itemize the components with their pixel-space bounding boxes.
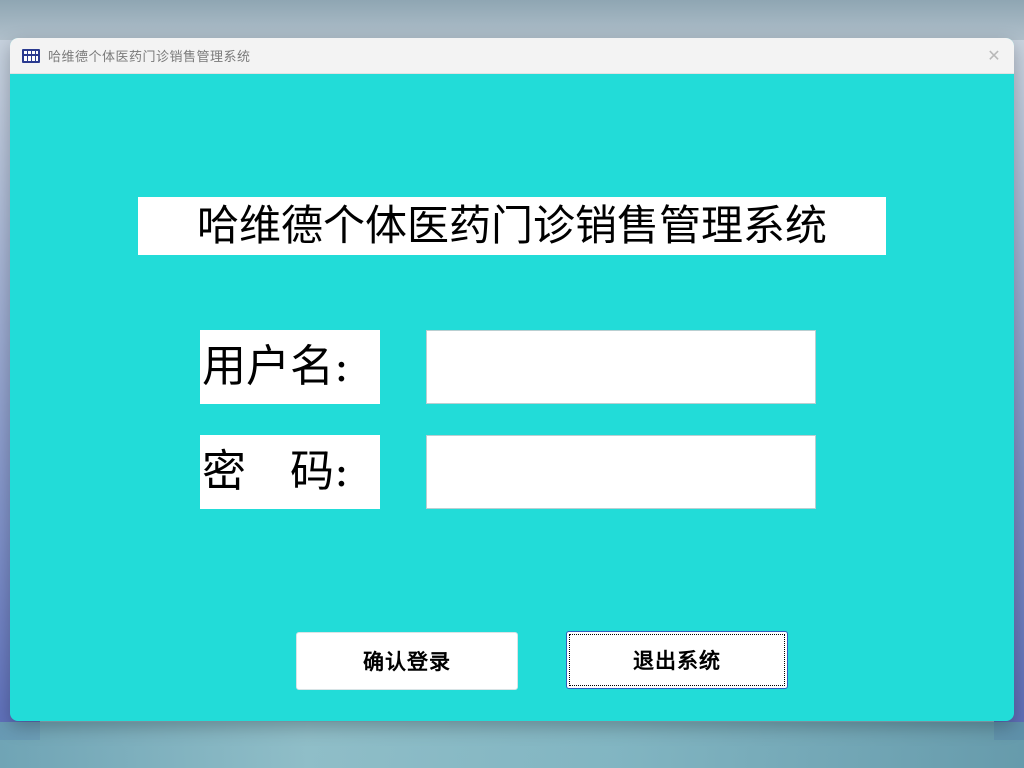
username-label: 用户名: (200, 330, 380, 404)
title-bar[interactable]: 哈维德个体医药门诊销售管理系统 ✕ (10, 38, 1014, 74)
password-label: 密 码: (200, 435, 380, 509)
exit-system-button[interactable]: 退出系统 (566, 631, 788, 689)
close-icon[interactable]: ✕ (984, 46, 1004, 66)
confirm-login-button[interactable]: 确认登录 (296, 632, 518, 690)
window-title: 哈维德个体医药门诊销售管理系统 (48, 50, 251, 65)
login-window: 哈维德个体医药门诊销售管理系统 ✕ 哈维德个体医药门诊销售管理系统 用户名: 密… (10, 38, 1014, 721)
desktop-wallpaper-bottom (0, 722, 1024, 768)
username-input[interactable] (426, 330, 816, 404)
password-input[interactable] (426, 435, 816, 509)
grid-app-icon (22, 48, 40, 63)
app-heading: 哈维德个体医药门诊销售管理系统 (138, 197, 886, 255)
